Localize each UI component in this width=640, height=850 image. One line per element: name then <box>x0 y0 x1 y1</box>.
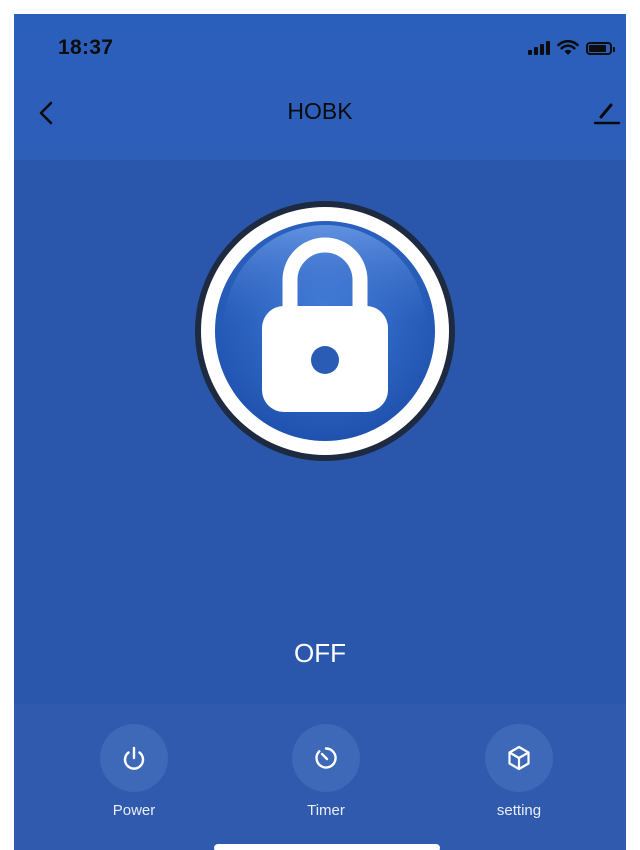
power-label: Power <box>112 802 156 819</box>
page-title: HOBK <box>287 98 353 124</box>
setting-button[interactable] <box>485 724 553 792</box>
setting-label: setting <box>496 802 542 819</box>
timer-control[interactable]: Timer <box>266 724 386 824</box>
home-indicator[interactable] <box>214 844 440 850</box>
power-icon <box>123 746 145 770</box>
device-state-text: OFF <box>294 638 346 668</box>
wifi-icon <box>557 40 579 55</box>
device-screen: 18:37 HOBK OFF Power Timer setting <box>14 14 626 850</box>
padlock-icon[interactable] <box>194 200 456 462</box>
power-button[interactable] <box>100 724 168 792</box>
status-time: 18:37 <box>58 36 114 59</box>
edit-pencil-icon[interactable] <box>590 96 622 128</box>
timer-button[interactable] <box>292 724 360 792</box>
timer-label: Timer <box>307 802 345 819</box>
timer-icon <box>315 747 337 769</box>
status-icons <box>528 40 615 56</box>
setting-control[interactable]: setting <box>459 724 579 824</box>
battery-icon <box>586 41 615 55</box>
power-control[interactable]: Power <box>74 724 194 824</box>
cube-icon <box>508 745 530 771</box>
signal-icon <box>528 41 550 55</box>
